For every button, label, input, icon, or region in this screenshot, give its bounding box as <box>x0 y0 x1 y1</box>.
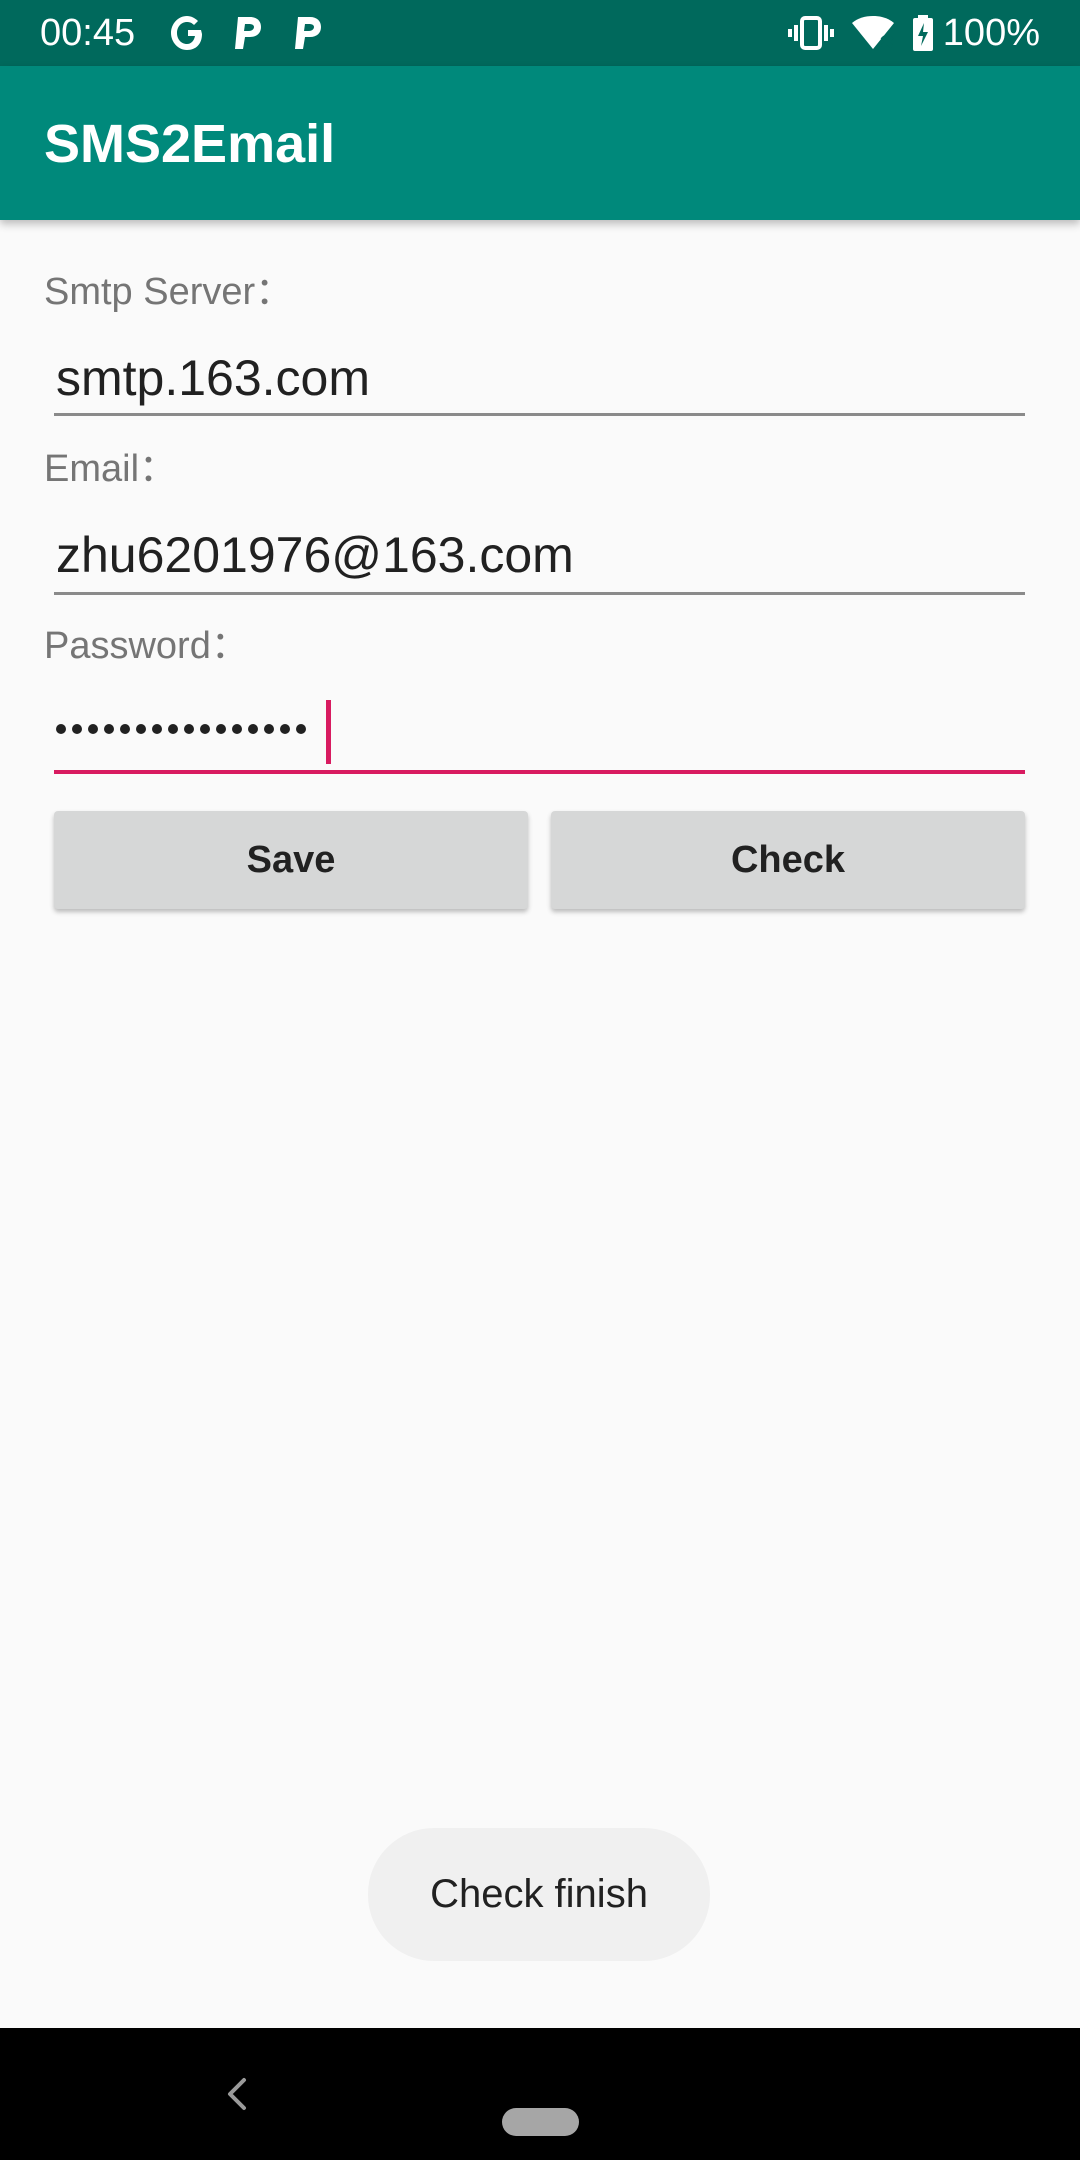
google-icon <box>165 10 211 56</box>
check-button[interactable]: Check <box>551 811 1025 909</box>
back-icon[interactable] <box>218 2072 258 2116</box>
password-dot <box>248 724 258 734</box>
toast: Check finish <box>368 1828 710 1961</box>
status-bar: 00:45 100% <box>0 0 1080 66</box>
save-button[interactable]: Save <box>54 811 528 909</box>
smtp-server-label: Smtp Server： <box>44 271 294 313</box>
smtp-server-underline <box>54 413 1025 416</box>
password-dot <box>88 724 98 734</box>
password-dot <box>184 724 194 734</box>
password-dot <box>296 724 306 734</box>
password-dot <box>232 724 242 734</box>
parking-icon <box>289 10 325 56</box>
password-dot <box>168 724 178 734</box>
password-dot <box>216 724 226 734</box>
battery-percent: 100% <box>942 12 1040 54</box>
password-dot <box>56 724 66 734</box>
password-dots <box>56 724 306 734</box>
smtp-server-value: smtp.163.com <box>56 350 371 406</box>
email-input[interactable]: zhu6201976@163.com <box>54 523 1025 595</box>
email-label: Email： <box>44 448 178 490</box>
home-pill-icon[interactable] <box>502 2108 579 2136</box>
password-dot <box>104 724 114 734</box>
password-underline <box>54 770 1025 774</box>
email-value: zhu6201976@163.com <box>56 527 574 583</box>
password-label: Password： <box>44 625 249 667</box>
password-input[interactable] <box>54 700 1025 774</box>
password-dot <box>200 724 210 734</box>
email-underline <box>54 592 1025 595</box>
password-dot <box>136 724 146 734</box>
vibrate-icon <box>786 10 836 56</box>
app-bar: SMS2Email <box>0 66 1080 220</box>
password-dot <box>264 724 274 734</box>
password-dot <box>152 724 162 734</box>
password-dot <box>120 724 130 734</box>
status-time: 00:45 <box>40 12 136 54</box>
password-dot <box>72 724 82 734</box>
app-title: SMS2Email <box>44 114 336 174</box>
toast-message: Check finish <box>430 1872 648 1916</box>
text-cursor <box>326 700 331 764</box>
password-dot <box>280 724 290 734</box>
wifi-icon <box>850 10 896 56</box>
smtp-server-input[interactable]: smtp.163.com <box>54 346 1025 416</box>
parking-icon <box>229 10 265 56</box>
battery-charging-icon <box>910 10 936 56</box>
navigation-bar <box>0 2028 1080 2160</box>
